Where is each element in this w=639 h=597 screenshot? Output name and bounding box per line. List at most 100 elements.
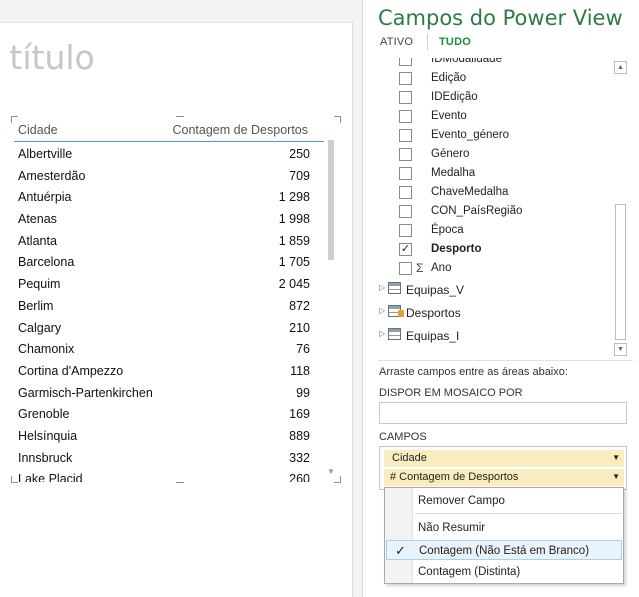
field-item[interactable]: Medalha: [375, 164, 620, 183]
field-list-scrollbar-thumb[interactable]: [615, 204, 626, 340]
field-checkbox[interactable]: ✓: [399, 243, 412, 256]
field-chip-label: Cidade: [392, 452, 427, 464]
menu-item-label: Não Resumir: [418, 522, 486, 534]
menu-separator: [415, 513, 622, 514]
tile-by-dropzone[interactable]: [379, 402, 627, 424]
field-chip-cidade[interactable]: Cidade ▼: [384, 450, 624, 467]
field-label: Medalha: [431, 167, 476, 179]
dropdown-arrow-icon[interactable]: ▼: [612, 472, 620, 481]
menu-item-remover-campo[interactable]: Remover Campo: [386, 491, 622, 511]
city-table[interactable]: Cidade Contagem de Desportos Albertville…: [14, 120, 324, 482]
table-scrollbar-thumb[interactable]: [328, 140, 334, 260]
field-label: IDModalidade: [431, 58, 502, 65]
cell-city: Helsínquia: [18, 428, 78, 443]
field-checkbox[interactable]: [399, 58, 412, 66]
resize-handle-bottom-right[interactable]: [334, 476, 341, 483]
drag-hint: Arraste campos entre as áreas abaixo:: [379, 366, 568, 378]
field-item[interactable]: ChaveMedalha: [375, 183, 620, 202]
tab-divider: [427, 34, 428, 50]
resize-handle-top-right[interactable]: [334, 116, 341, 123]
field-checkbox[interactable]: [399, 224, 412, 237]
menu-item-contagem-nao-branco[interactable]: ✓ Contagem (Não Está em Branco): [386, 540, 622, 560]
resize-handle-top[interactable]: [176, 116, 184, 117]
tab-tudo[interactable]: TUDO: [439, 36, 471, 48]
scroll-up-icon[interactable]: ▲: [614, 61, 627, 74]
field-chip-contagem[interactable]: # Contagem de Desportos ▼: [384, 469, 624, 486]
table-row[interactable]: Helsínquia 889: [14, 424, 324, 446]
tile-by-label: DISPOR EM MOSAICO POR: [379, 387, 523, 399]
table-row[interactable]: Antuérpia 1 298: [14, 185, 324, 207]
tab-ativo[interactable]: ATIVO: [380, 36, 413, 48]
cell-city: Berlim: [18, 298, 54, 313]
fields-dropzone[interactable]: Cidade ▼ # Contagem de Desportos ▼: [379, 446, 627, 490]
table-row[interactable]: Atenas 1 998: [14, 207, 324, 229]
field-checkbox[interactable]: [399, 72, 412, 85]
field-item[interactable]: Σ Ano: [375, 259, 620, 278]
field-checkbox[interactable]: [399, 205, 412, 218]
cell-city: Amesterdão: [18, 168, 86, 183]
field-item[interactable]: ✓ Desporto: [375, 240, 620, 259]
field-label: Edição: [431, 72, 467, 84]
table-row[interactable]: Albertville 250: [14, 142, 324, 164]
expand-triangle-icon[interactable]: ▷: [379, 306, 385, 315]
table-scrollbar[interactable]: ▼: [326, 134, 336, 476]
resize-handle-bottom[interactable]: [176, 482, 184, 483]
scroll-down-icon[interactable]: ▼: [614, 343, 627, 356]
cell-count: 250: [289, 147, 310, 161]
field-item[interactable]: Evento_género: [375, 126, 620, 145]
field-checkbox[interactable]: [399, 148, 412, 161]
field-checkbox[interactable]: [399, 186, 412, 199]
field-item[interactable]: Época: [375, 221, 620, 240]
table-row[interactable]: Pequim 2 045: [14, 272, 324, 294]
scroll-down-icon[interactable]: ▼: [327, 467, 335, 476]
report-title[interactable]: n título: [0, 38, 95, 77]
table-row[interactable]: Grenoble 169: [14, 402, 324, 424]
table-row[interactable]: Calgary 210: [14, 316, 324, 338]
field-label: Género: [431, 148, 470, 160]
field-checkbox[interactable]: [399, 110, 412, 123]
field-checkbox[interactable]: [399, 167, 412, 180]
field-item[interactable]: Género: [375, 145, 620, 164]
cell-count: 210: [289, 320, 310, 335]
expand-triangle-icon[interactable]: ▷: [379, 329, 385, 338]
expand-triangle-icon[interactable]: ▷: [379, 283, 385, 292]
table-row[interactable]: Innsbruck 332: [14, 446, 324, 468]
table-node[interactable]: ▷ Desportos: [375, 301, 620, 324]
field-item[interactable]: IDModalidade: [375, 58, 620, 69]
table-row[interactable]: Garmisch-Partenkirchen 99: [14, 381, 324, 403]
cell-city: Grenoble: [18, 407, 70, 422]
table-row[interactable]: Barcelona 1 705: [14, 250, 324, 272]
field-label: IDEdição: [431, 91, 478, 103]
dropdown-arrow-icon[interactable]: ▼: [612, 453, 620, 462]
menu-item-nao-resumir[interactable]: Não Resumir: [386, 518, 622, 538]
table-node[interactable]: ▷ Equipas_I: [375, 324, 620, 347]
table-row[interactable]: Cortina d'Ampezzo 118: [14, 359, 324, 381]
cell-city: Antuérpia: [18, 190, 72, 205]
field-item[interactable]: CON_PaísRegião: [375, 202, 620, 221]
field-context-menu: Remover Campo Não Resumir ✓ Contagem (Nã…: [384, 487, 624, 584]
column-header-contagem[interactable]: Contagem de Desportos: [173, 123, 309, 137]
table-row[interactable]: Atlanta 1 859: [14, 229, 324, 251]
table-row[interactable]: Chamonix 76: [14, 337, 324, 359]
table-label: Equipas_V: [406, 283, 465, 297]
field-checkbox[interactable]: [399, 262, 412, 275]
cell-city: Atenas: [18, 212, 57, 227]
field-list-scrollbar[interactable]: ▲ ▼: [614, 58, 627, 356]
table-row[interactable]: Berlim 872: [14, 294, 324, 316]
table-node[interactable]: ▷ Equipas_V: [375, 278, 620, 301]
cell-city: Barcelona: [18, 255, 75, 270]
field-checkbox[interactable]: [399, 91, 412, 104]
field-checkbox[interactable]: [399, 129, 412, 142]
table-header: Cidade Contagem de Desportos: [14, 120, 324, 142]
menu-item-contagem-distinta[interactable]: Contagem (Distinta): [386, 562, 622, 582]
column-header-cidade[interactable]: Cidade: [18, 123, 58, 137]
field-item[interactable]: Evento: [375, 107, 620, 126]
menu-item-label: Remover Campo: [418, 495, 505, 507]
cell-city: Garmisch-Partenkirchen: [18, 385, 153, 400]
table-row[interactable]: Amesterdão 709: [14, 164, 324, 186]
field-item[interactable]: Edição: [375, 69, 620, 88]
field-label: Evento_género: [431, 129, 510, 141]
cell-city: Calgary: [18, 320, 62, 335]
table-row[interactable]: Lake Placid 260: [14, 467, 324, 482]
field-item[interactable]: IDEdição: [375, 88, 620, 107]
